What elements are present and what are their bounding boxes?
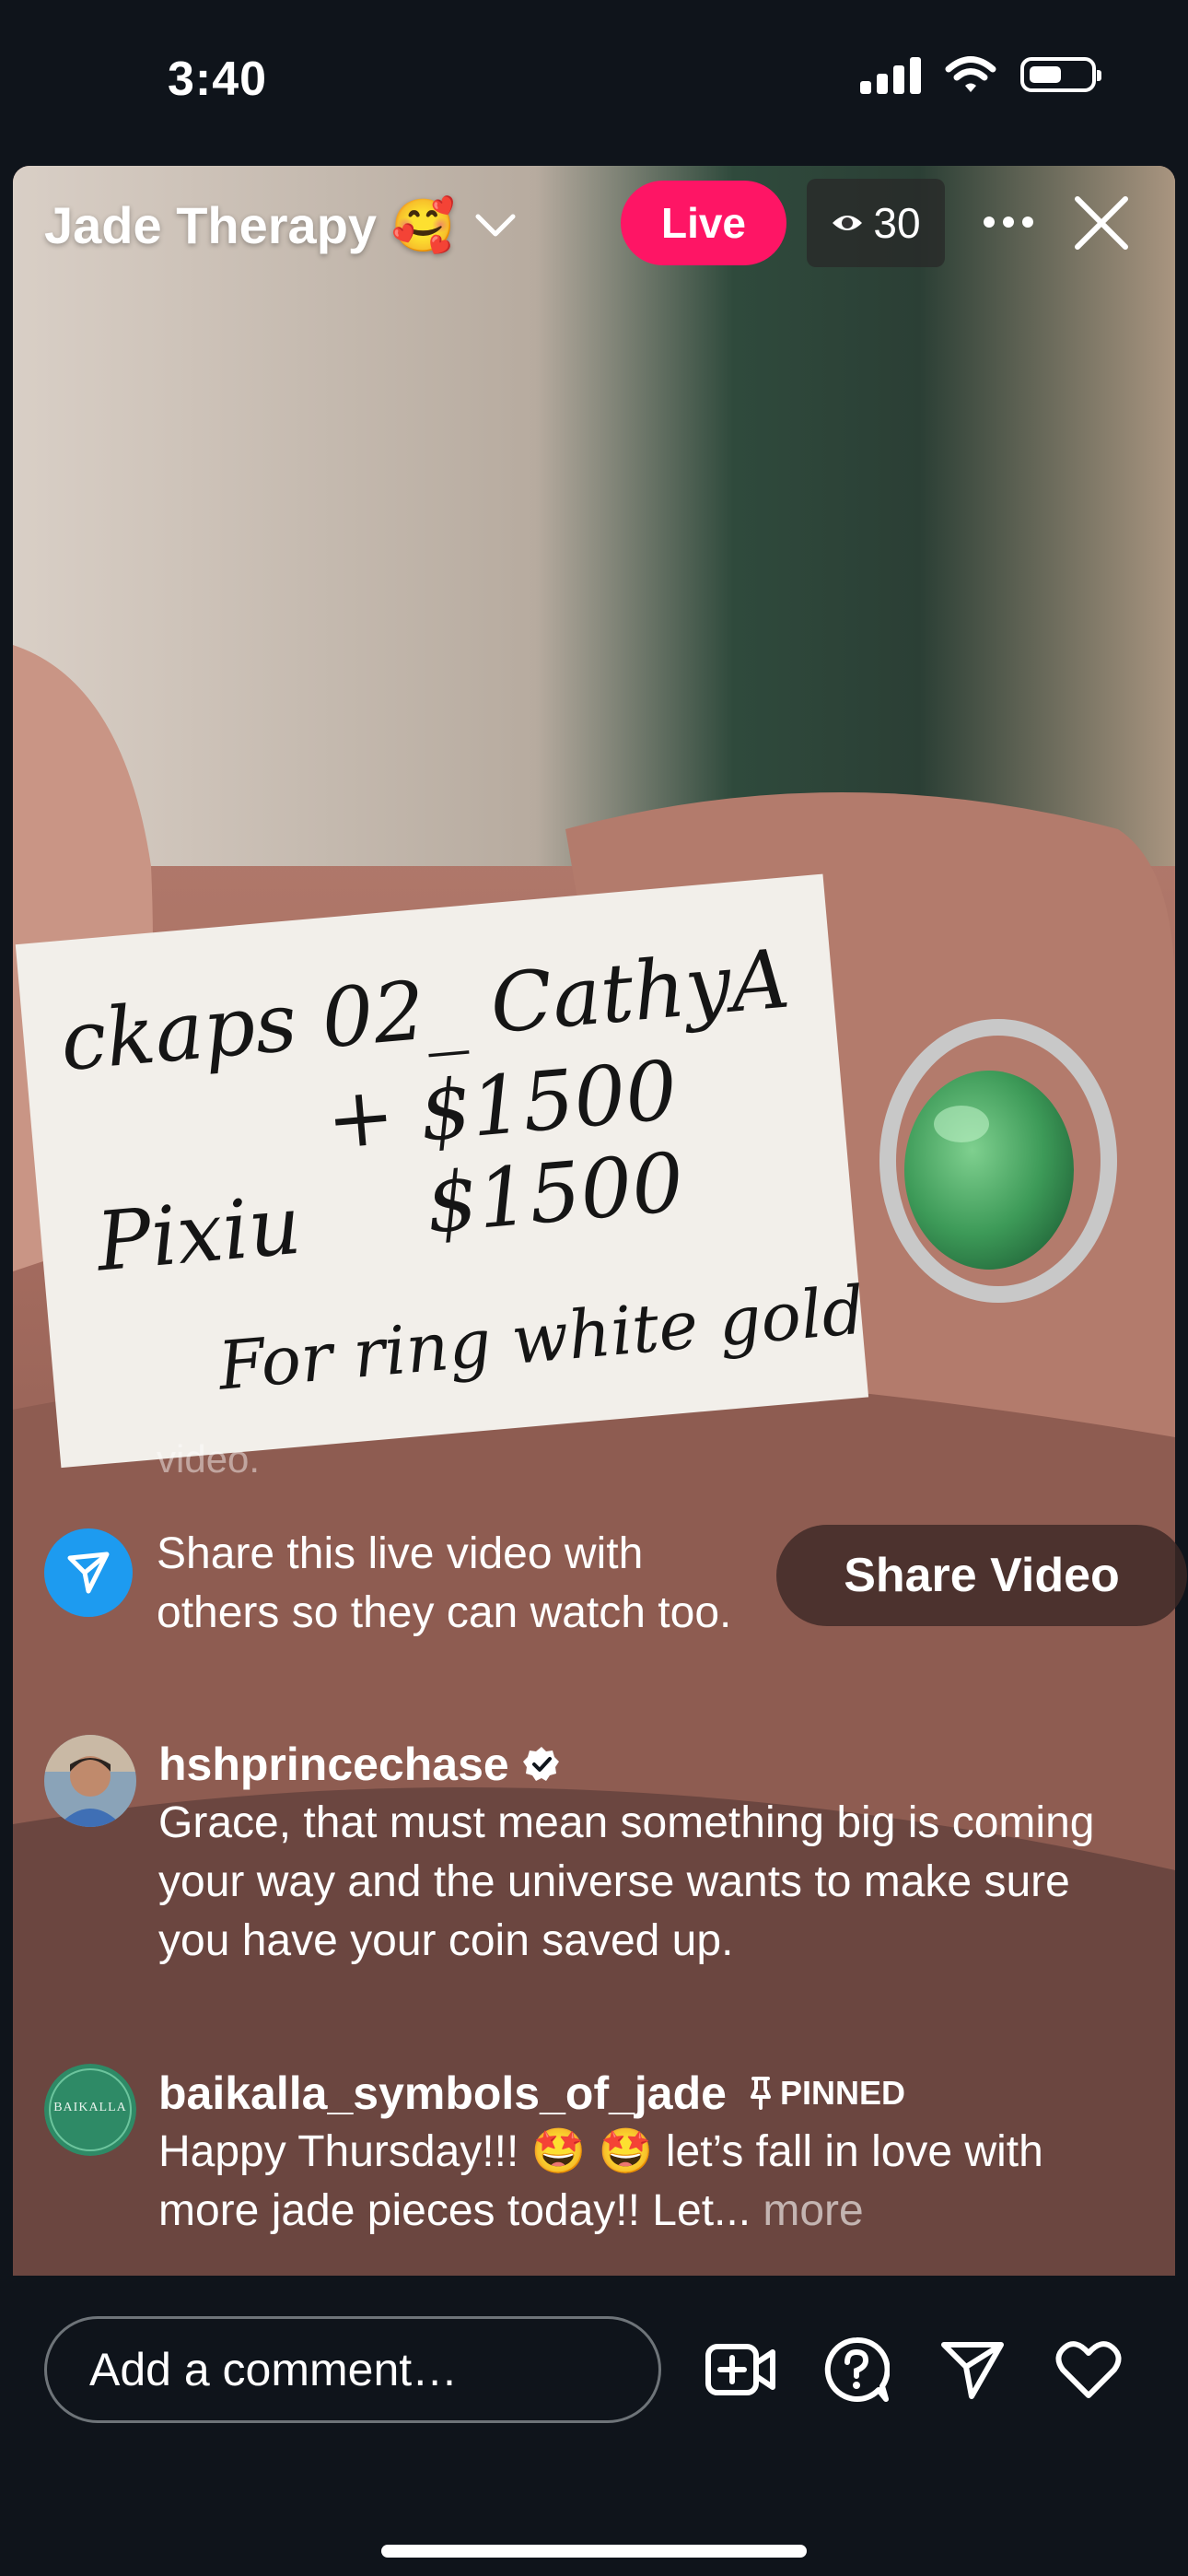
more-link[interactable]: more	[763, 2186, 863, 2235]
cellular-signal-icon	[860, 55, 921, 94]
status-time: 3:40	[168, 53, 268, 106]
avatar-brand-text: BAIKALLA	[53, 2101, 127, 2114]
avatar[interactable]: BAIKALLA	[44, 2064, 136, 2156]
verified-badge-icon	[522, 1747, 559, 1781]
viewer-count[interactable]: 30	[807, 179, 945, 267]
svg-text:Pixiu: Pixiu	[91, 1177, 305, 1290]
close-icon[interactable]	[1068, 190, 1135, 256]
faded-comment-text: video.	[157, 1437, 261, 1481]
add-comment-input[interactable]	[44, 2316, 661, 2423]
avatar[interactable]	[44, 1735, 136, 1827]
more-options-button[interactable]	[976, 190, 1041, 254]
comment-username[interactable]: baikalla_symbols_of_jade	[158, 2064, 727, 2123]
status-bar: 3:40	[0, 0, 1188, 166]
question-icon[interactable]	[818, 2331, 895, 2408]
viewer-count-value: 30	[873, 199, 921, 247]
add-video-icon[interactable]	[702, 2331, 779, 2408]
channel-header[interactable]: Jade Therapy 🥰	[44, 189, 516, 263]
channel-name[interactable]: Jade Therapy 🥰	[44, 195, 455, 256]
share-prompt-text: Share this live video with others so the…	[157, 1529, 732, 1637]
send-icon[interactable]	[934, 2331, 1011, 2408]
share-send-icon	[44, 1528, 133, 1617]
eye-icon	[833, 216, 863, 230]
heart-icon[interactable]	[1050, 2331, 1127, 2408]
more-horizontal-icon	[984, 217, 1033, 228]
comment-username[interactable]: hshprincechase	[158, 1735, 509, 1794]
live-badge: Live	[621, 181, 786, 265]
status-icons	[860, 55, 1101, 94]
share-video-button[interactable]: Share Video	[776, 1525, 1187, 1626]
comment-text-body: Happy Thursday!!! 🤩 🤩 let’s fall in love…	[158, 2127, 1043, 2235]
pinned-label: PINNED	[750, 2064, 905, 2123]
chevron-down-icon[interactable]	[475, 214, 516, 238]
bottom-bar	[0, 2276, 1188, 2576]
comment-text: Happy Thursday!!! 🤩 🤩 let’s fall in love…	[158, 2123, 1116, 2241]
wifi-icon	[945, 56, 996, 92]
pinned-text: PINNED	[779, 2074, 905, 2112]
comment-text: Grace, that must mean something big is c…	[158, 1798, 1095, 1965]
pin-icon	[750, 2077, 771, 2110]
battery-icon	[1020, 57, 1101, 92]
home-indicator[interactable]	[381, 2545, 807, 2558]
